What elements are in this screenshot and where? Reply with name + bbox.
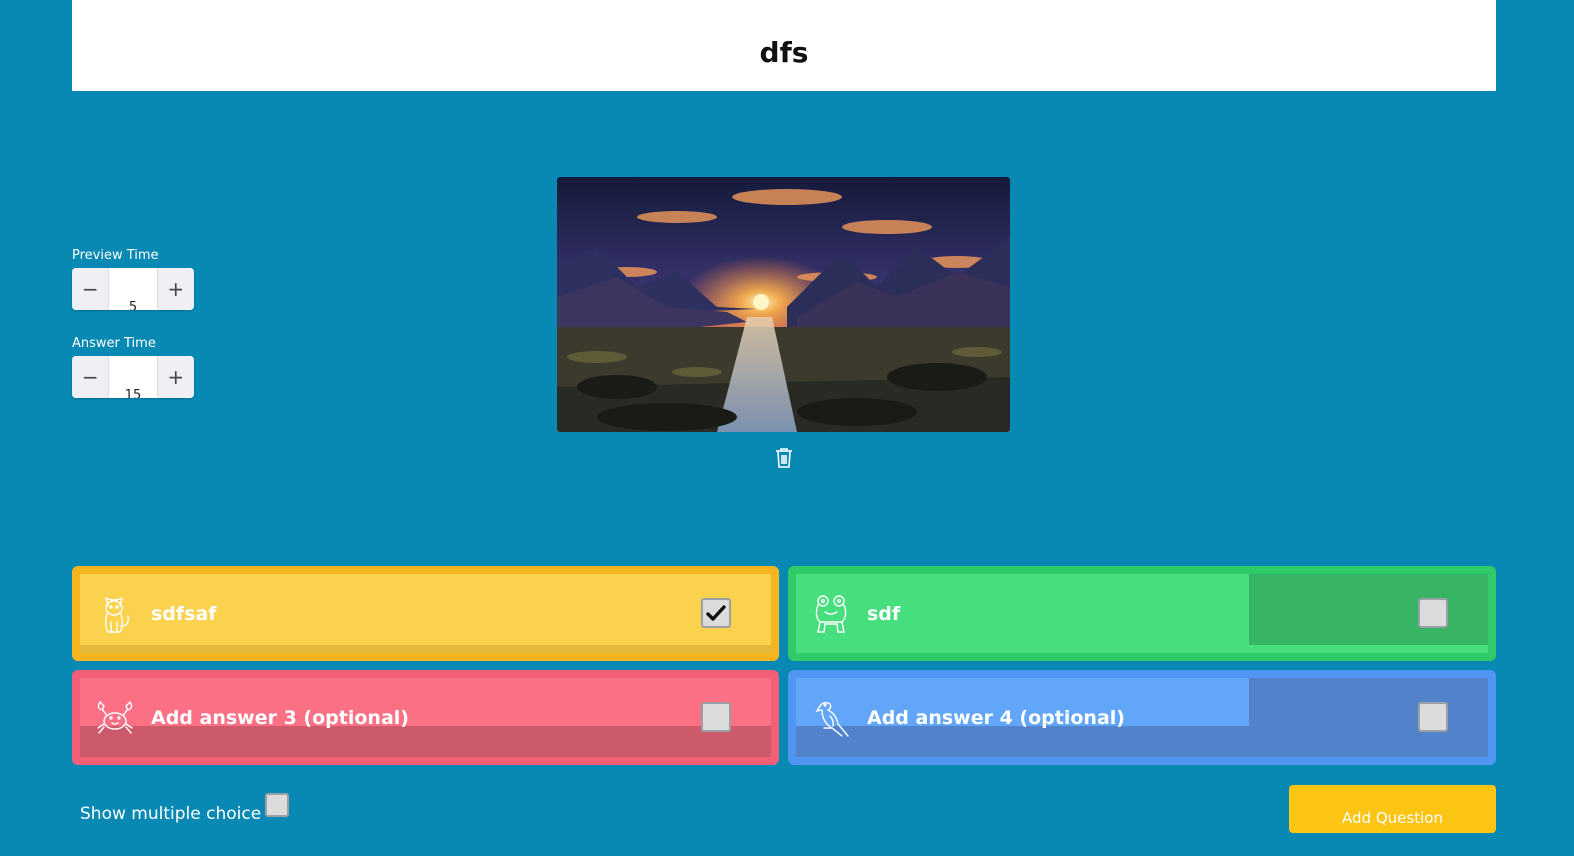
answer-correct-checkbox-3[interactable] — [701, 702, 731, 732]
answer-card-1[interactable]: sdfsaf — [72, 566, 779, 661]
answer-text-3[interactable]: Add answer 3 (optional) — [151, 670, 409, 765]
answer-text-1[interactable]: sdfsaf — [151, 566, 217, 661]
preview-time-increment-button[interactable]: + — [157, 268, 194, 310]
parrot-icon — [810, 696, 852, 738]
answer-card-4[interactable]: Add answer 4 (optional) — [788, 670, 1496, 765]
cat-icon — [94, 592, 136, 634]
checkmark-icon — [706, 605, 726, 621]
answer-time-label: Answer Time — [72, 336, 156, 351]
trash-icon[interactable] — [773, 446, 795, 470]
answer-card-2-shade — [1249, 574, 1488, 645]
answer-correct-checkbox-4[interactable] — [1418, 702, 1448, 732]
answer-correct-checkbox-1[interactable] — [701, 598, 731, 628]
multiple-choice-checkbox[interactable] — [265, 793, 289, 817]
answer-card-2[interactable]: sdf — [788, 566, 1496, 661]
answer-card-3[interactable]: Add answer 3 (optional) — [72, 670, 779, 765]
answer-card-4-shade-right — [1249, 678, 1488, 757]
answer-time-decrement-button[interactable]: − — [72, 356, 109, 398]
answer-text-4[interactable]: Add answer 4 (optional) — [867, 670, 1125, 765]
answer-correct-checkbox-2[interactable] — [1418, 598, 1448, 628]
answer-time-increment-button[interactable]: + — [157, 356, 194, 398]
answer-time-input[interactable]: 15 — [108, 356, 158, 398]
preview-time-stepper: − 5 + — [72, 268, 194, 310]
preview-time-input[interactable]: 5 — [108, 268, 158, 310]
question-image — [557, 177, 1010, 432]
preview-time-decrement-button[interactable]: − — [72, 268, 109, 310]
answer-text-2[interactable]: sdf — [867, 566, 900, 661]
preview-time-label: Preview Time — [72, 248, 159, 263]
multiple-choice-label: Show multiple choice — [80, 804, 262, 824]
frog-icon — [810, 592, 852, 634]
crab-icon — [94, 696, 136, 738]
answer-time-stepper: − 15 + — [72, 356, 194, 398]
add-question-button[interactable]: Add Question — [1289, 785, 1496, 833]
question-title-bar[interactable]: dfs — [72, 0, 1496, 91]
question-title: dfs — [759, 36, 809, 69]
